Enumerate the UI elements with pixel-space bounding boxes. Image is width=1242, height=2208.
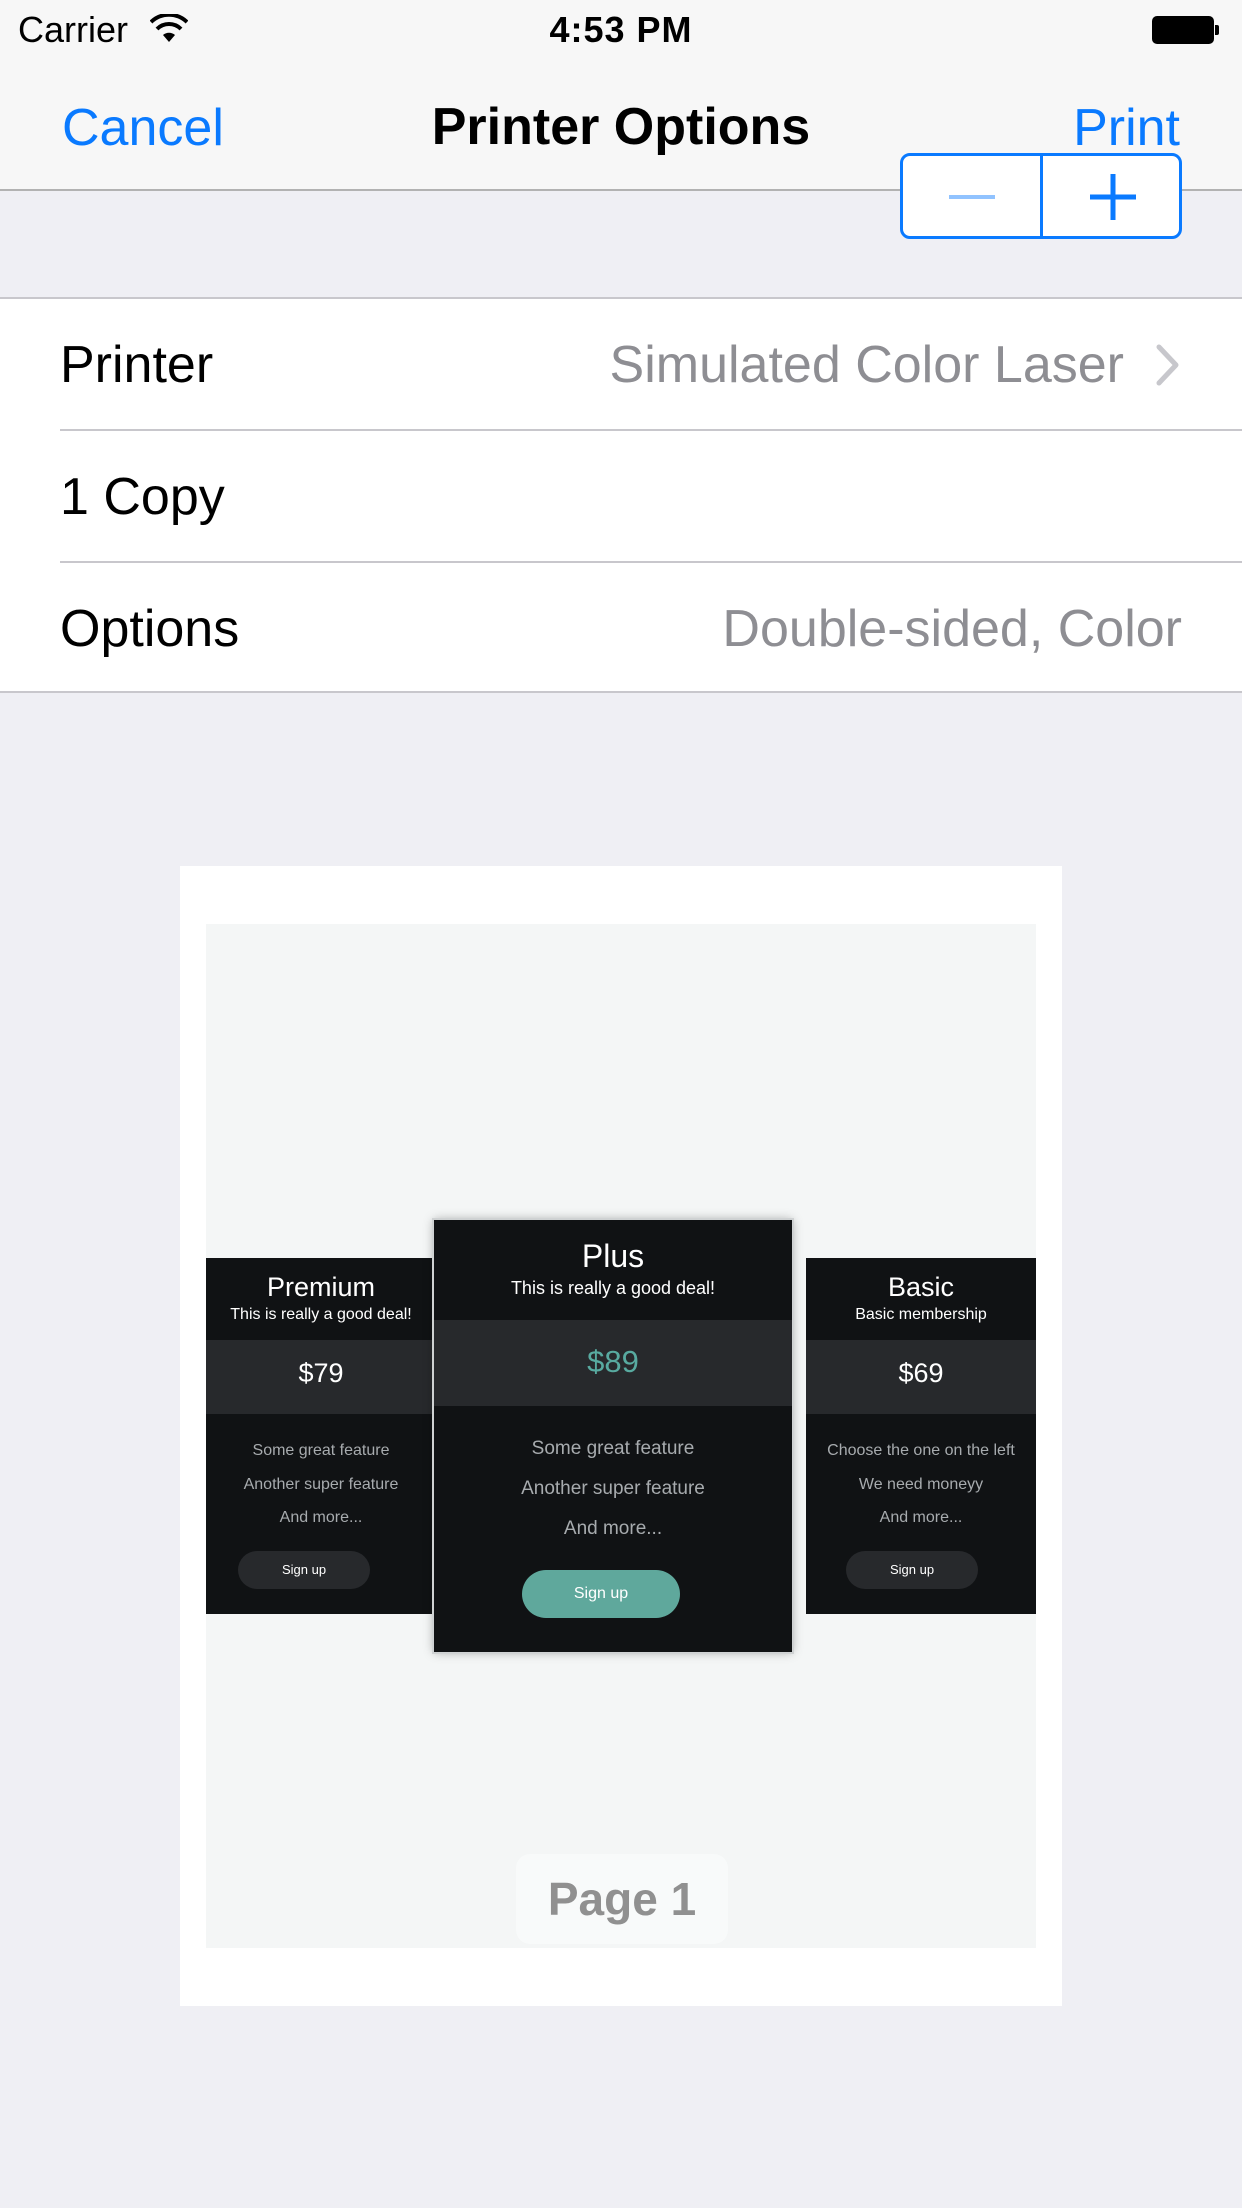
options-row[interactable]: Options Double-sided, Color — [0, 563, 1242, 695]
copies-row: 1 Copy — [0, 431, 1242, 563]
plus-icon — [1090, 174, 1136, 220]
plan-price: $79 — [298, 1358, 344, 1388]
increment-button[interactable] — [1043, 156, 1181, 236]
plan-card-premium: Premium This is really a good deal! $79 … — [206, 1258, 436, 1614]
plan-subtitle: This is really a good deal! — [230, 1306, 412, 1323]
plan-card-basic: Basic Basic membership $69 Choose the on… — [806, 1258, 1036, 1614]
plan-feature: Another super feature — [243, 1476, 399, 1493]
options-label: Options — [60, 600, 240, 658]
plan-feature: We need moneyy — [858, 1476, 984, 1493]
printer-settings-table: Printer Simulated Color Laser 1 Copy Opt… — [0, 297, 1242, 693]
plan-feature: Some great feature — [252, 1442, 390, 1459]
sign-up-button: Sign up — [846, 1551, 978, 1589]
plan-price: $89 — [587, 1344, 639, 1379]
status-bar: Carrier 4:53 PM — [0, 0, 1242, 60]
page-content: Premium This is really a good deal! $79 … — [206, 924, 1036, 1948]
plan-feature: Another super feature — [521, 1478, 705, 1499]
print-button[interactable]: Print — [1073, 98, 1180, 158]
chevron-right-icon — [1156, 344, 1179, 386]
plan-price: $69 — [898, 1358, 944, 1388]
minus-icon — [949, 195, 995, 199]
page-title: Printer Options — [431, 98, 811, 156]
battery-icon — [1152, 16, 1219, 44]
plan-feature: And more... — [563, 1518, 663, 1539]
plan-subtitle: Basic membership — [855, 1306, 987, 1323]
plan-feature: Choose the one on the left — [827, 1442, 1015, 1459]
printer-value: Simulated Color Laser — [609, 336, 1124, 394]
plan-feature: And more... — [879, 1509, 963, 1526]
copies-label: 1 Copy — [60, 468, 225, 526]
plan-name: Basic — [887, 1272, 955, 1302]
plan-feature: Some great feature — [531, 1438, 695, 1459]
sign-up-button: Sign up — [522, 1570, 680, 1618]
plan-subtitle: This is really a good deal! — [510, 1278, 716, 1298]
decrement-button[interactable] — [903, 156, 1041, 236]
plan-name: Plus — [581, 1238, 645, 1274]
plan-feature: And more... — [279, 1509, 363, 1526]
status-time: 4:53 PM — [549, 9, 693, 50]
plan-card-plus: Plus This is really a good deal! $89 Som… — [434, 1220, 792, 1652]
sign-up-button: Sign up — [238, 1551, 370, 1589]
printer-label: Printer — [60, 336, 214, 394]
plan-name: Premium — [266, 1272, 375, 1302]
copies-stepper[interactable] — [900, 153, 1182, 239]
printer-row[interactable]: Printer Simulated Color Laser — [0, 299, 1242, 431]
options-value: Double-sided, Color — [722, 600, 1182, 658]
page-number-label: Page 1 — [516, 1854, 728, 1944]
